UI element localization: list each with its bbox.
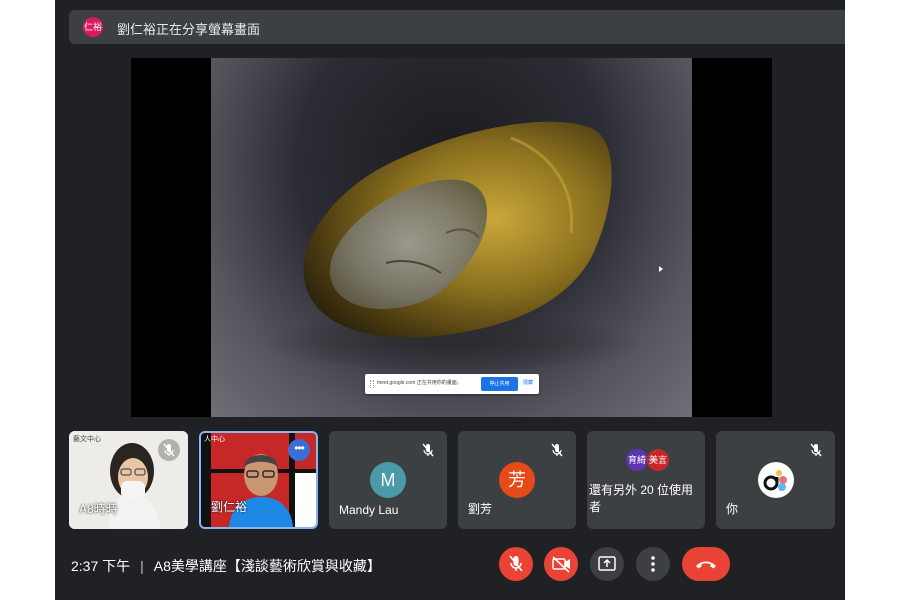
mouse-cursor — [659, 266, 663, 272]
screen-share-notification: meet.google.com 正在共用你的畫面。 停止共用 隱藏 — [365, 374, 539, 394]
participant-tile[interactable]: M Mandy Lau — [329, 431, 447, 529]
mic-toggle-button[interactable] — [499, 547, 533, 581]
participant-name: Mandy Lau — [339, 503, 399, 517]
others-tile[interactable]: 育綺 美言 還有另外 20 位使用者 — [587, 431, 705, 529]
other-avatar: 美言 — [647, 449, 669, 471]
mic-off-icon — [509, 555, 523, 572]
present-screen-button[interactable] — [590, 547, 624, 581]
presenter-avatar: 仁裕 — [83, 17, 103, 37]
more-options-button[interactable] — [636, 547, 670, 581]
participant-avatar: 芳 — [499, 462, 535, 498]
hang-up-icon — [696, 561, 716, 569]
hide-button[interactable]: 隱藏 — [523, 379, 533, 386]
mic-off-icon — [158, 439, 180, 461]
participant-name: 劉仁裕 — [211, 500, 248, 514]
camera-toggle-button[interactable] — [544, 547, 578, 581]
mic-off-icon — [810, 443, 822, 457]
meeting-title: A8美學講座【淺談藝術欣賞與收藏】 — [153, 558, 381, 574]
more-vert-icon — [651, 556, 655, 572]
drag-handle-icon[interactable] — [370, 380, 374, 388]
separator: | — [140, 558, 144, 574]
presentation-banner: 仁裕 劉仁裕正在分享螢幕畫面 — [69, 10, 845, 44]
participant-avatar: M — [370, 462, 406, 498]
meeting-info: 2:37 下午 | A8美學講座【淺談藝術欣賞與收藏】 — [71, 556, 381, 576]
participant-name: A8時時 — [79, 502, 118, 516]
others-count-label: 還有另外 20 位使用者 — [589, 483, 694, 514]
leave-call-button[interactable] — [682, 547, 730, 581]
participant-name: 你 — [726, 502, 739, 516]
mic-off-icon — [551, 443, 563, 457]
channel-logo: 藝文中心 — [73, 436, 101, 443]
channel-logo: 人中心 — [204, 436, 225, 443]
more-options-icon[interactable]: ••• — [288, 439, 310, 461]
shared-slide-image: meet.google.com 正在共用你的畫面。 停止共用 隱藏 — [211, 58, 692, 417]
mic-off-icon — [422, 443, 434, 457]
participant-tile-active[interactable]: 人中心 ••• 劉仁裕 — [199, 431, 318, 529]
stop-sharing-button[interactable]: 停止共用 — [481, 377, 518, 391]
participant-tile[interactable]: 藝文中心 A8時時 — [69, 431, 188, 529]
present-icon — [598, 556, 616, 571]
meeting-time: 2:37 下午 — [71, 558, 131, 574]
meet-window: 仁裕 劉仁裕正在分享螢幕畫面 meet.google.com 正在共用你的畫面。… — [55, 0, 845, 600]
presentation-status: 劉仁裕正在分享螢幕畫面 — [117, 22, 261, 37]
self-tile[interactable]: 你 — [716, 431, 835, 529]
other-avatar: 育綺 — [626, 449, 648, 471]
shared-screen[interactable]: meet.google.com 正在共用你的畫面。 停止共用 隱藏 — [131, 58, 772, 417]
participant-name: 劉芳 — [468, 502, 493, 516]
share-message: meet.google.com 正在共用你的畫面。 — [377, 380, 462, 386]
participant-tile[interactable]: 芳 劉芳 — [458, 431, 576, 529]
camera-off-icon — [552, 556, 570, 573]
sculpture-image — [261, 121, 641, 373]
self-avatar-icon — [758, 462, 794, 498]
